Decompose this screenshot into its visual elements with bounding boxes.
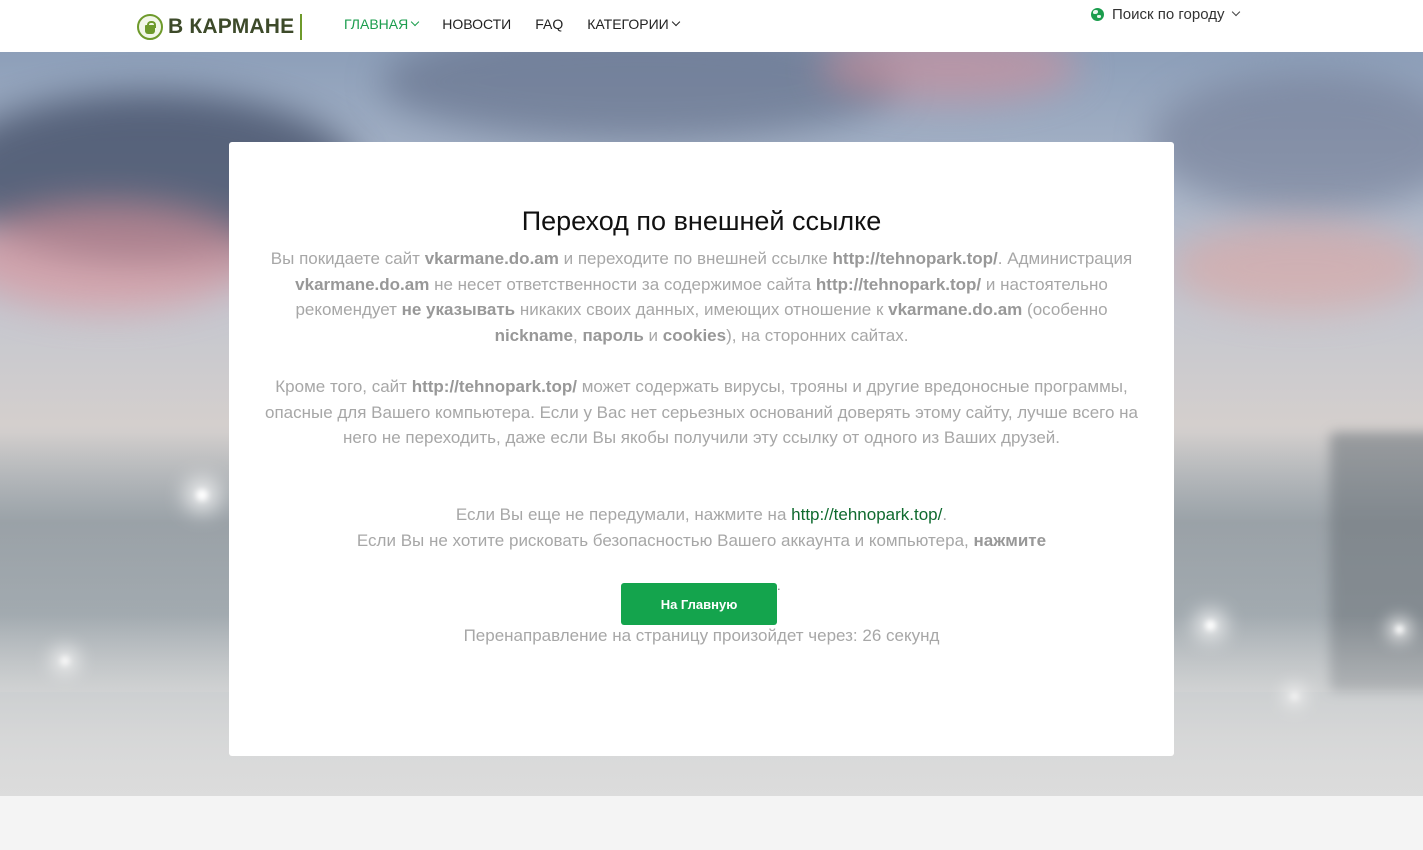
globe-icon	[1091, 8, 1104, 21]
hero-light	[196, 489, 208, 501]
nav-item-label: КАТЕГОРИИ	[587, 15, 669, 32]
button-trailing-dot: .	[777, 578, 781, 593]
nav-item-news[interactable]: НОВОСТИ	[442, 15, 511, 32]
nav-item-categories[interactable]: КАТЕГОРИИ	[587, 15, 680, 32]
site-name: vkarmane.do.am	[295, 274, 430, 294]
target-url: http://tehnopark.top/	[832, 249, 998, 268]
redirect-countdown: Перенаправление на страницу произойдет ч…	[463, 626, 940, 645]
main-nav: ГЛАВНАЯ НОВОСТИ FAQ КАТЕГОРИИ	[344, 15, 703, 32]
hero-cloud	[1170, 222, 1423, 312]
nav-item-label: FAQ	[535, 15, 564, 32]
go-home-text-link[interactable]: нажмите	[973, 531, 1046, 550]
nav-item-main[interactable]: ГЛАВНАЯ	[344, 15, 420, 32]
target-url: http://tehnopark.top/	[815, 274, 982, 294]
external-link[interactable]: http://tehnopark.top/	[791, 505, 942, 524]
page-footer	[0, 796, 1423, 850]
site-header: В КАРМАНЕ ГЛАВНАЯ НОВОСТИ FAQ КАТЕГОРИИ …	[0, 0, 1423, 52]
logo[interactable]: В КАРМАНЕ	[137, 12, 303, 42]
chevron-down-icon	[1232, 7, 1241, 17]
site-name: vkarmane.do.am	[888, 300, 1023, 320]
city-search-dropdown[interactable]: Поиск по городу	[1091, 6, 1241, 23]
city-search-label: Поиск по городу	[1112, 6, 1225, 23]
target-url: http://tehnopark.top/	[411, 377, 577, 396]
chevron-down-icon	[671, 17, 680, 26]
logo-bag-icon	[137, 14, 163, 40]
confirm-paragraph: Если Вы еще не передумали, нажмите на ht…	[356, 505, 1047, 550]
external-link-card: Переход по внешней ссылке Вы покидаете с…	[229, 142, 1174, 756]
site-name: vkarmane.do.am	[424, 249, 559, 268]
page-title: Переход по внешней ссылке	[521, 206, 882, 236]
leave-warning-paragraph: Вы покидаете сайт vkarmane.do.am и перех…	[270, 249, 1133, 346]
hero-cloud	[1150, 72, 1423, 212]
chevron-down-icon	[410, 17, 420, 26]
nav-item-faq[interactable]: FAQ	[535, 15, 563, 32]
logo-divider	[300, 14, 303, 40]
logo-text: В КАРМАНЕ	[168, 15, 295, 38]
go-home-button[interactable]: На Главную	[621, 583, 777, 625]
virus-warning-paragraph: Кроме того, сайт http://tehnopark.top/ м…	[264, 377, 1139, 448]
nav-item-label: НОВОСТИ	[442, 15, 512, 32]
nav-item-label: ГЛАВНАЯ	[344, 15, 409, 32]
